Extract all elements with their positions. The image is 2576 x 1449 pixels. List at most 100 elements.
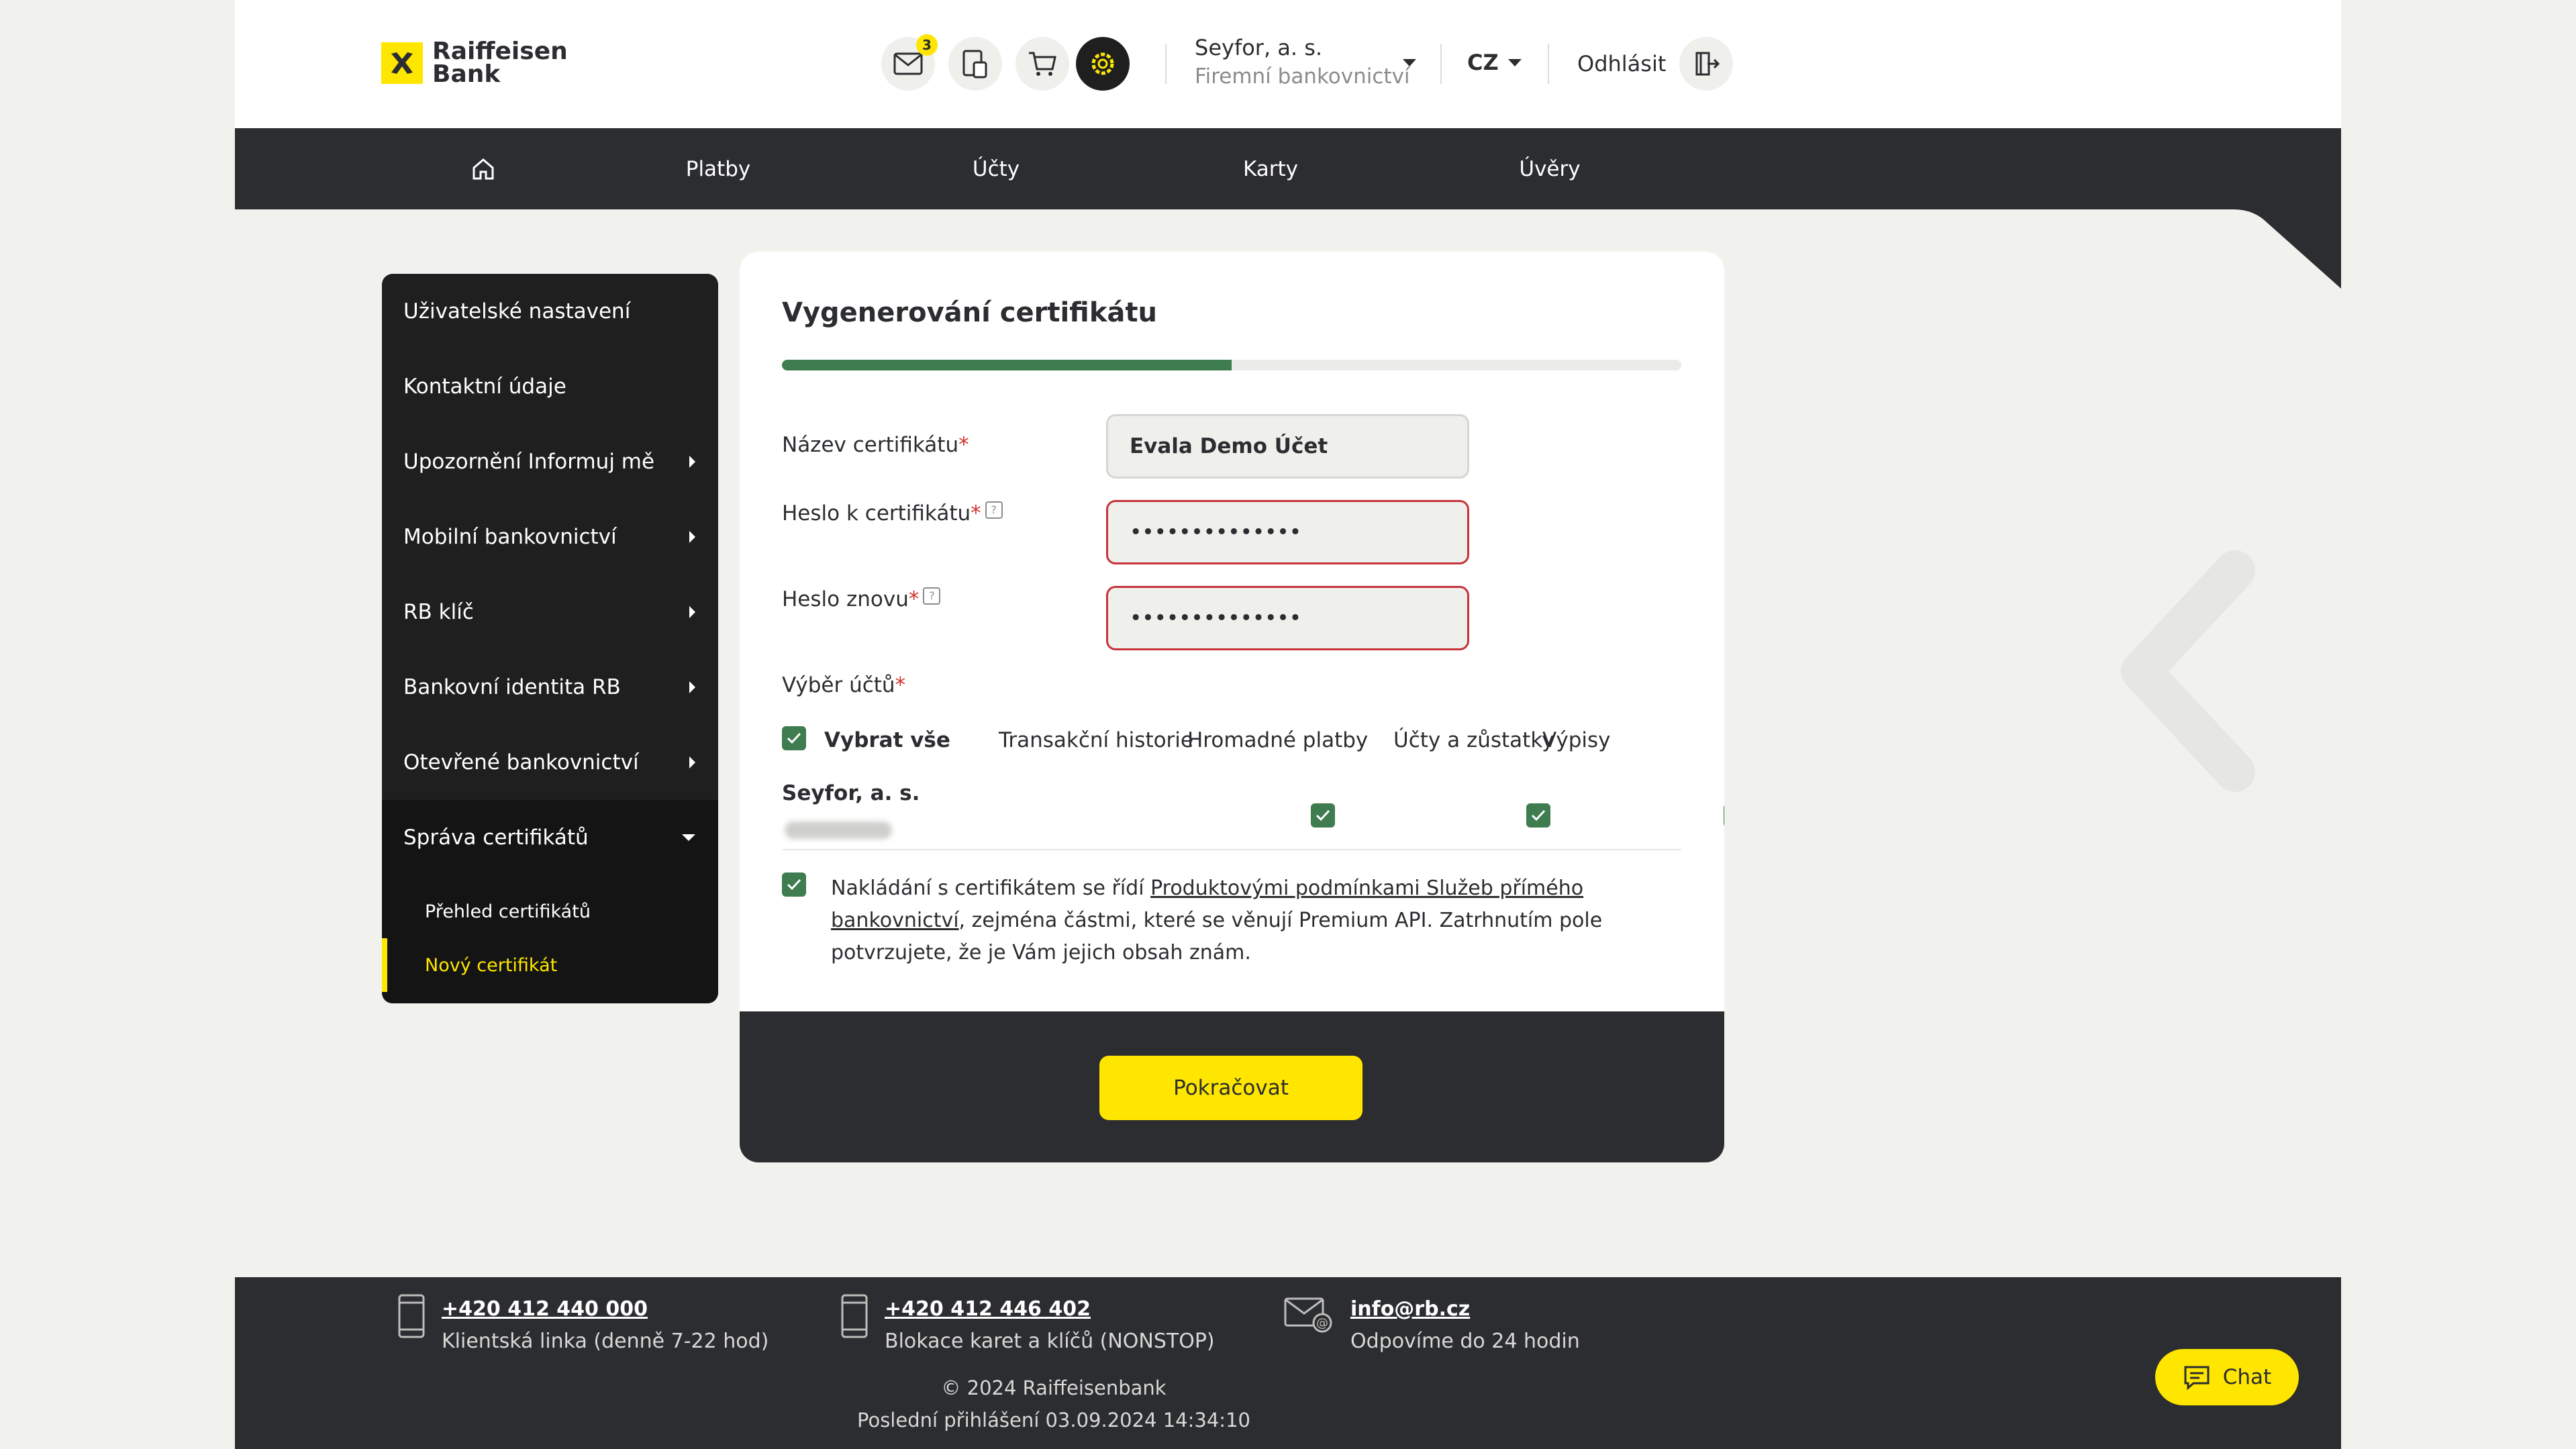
logo-line1: Raiffeisen (432, 38, 568, 65)
required-mark: * (908, 587, 920, 611)
column-header-transaction-history: Transakční historie (999, 728, 1193, 752)
header-divider (1165, 44, 1167, 84)
email-icon: @ (1284, 1297, 1332, 1333)
column-header-accounts-balances: Účty a zůstatky (1393, 728, 1554, 752)
sidebar-item-label: Bankovní identita RB (403, 675, 621, 699)
sidebar-item-notifications[interactable]: Upozornění Informuj mě (382, 424, 718, 499)
home-icon (473, 158, 494, 179)
select-all-checkbox[interactable] (782, 726, 806, 750)
settings-icon (1091, 52, 1114, 75)
email-link[interactable]: info@rb.cz (1350, 1293, 1580, 1326)
header-divider (1440, 44, 1442, 84)
sidebar-item-mobile-banking[interactable]: Mobilní bankovnictví (382, 499, 718, 574)
form-footer: Pokračovat (740, 1011, 1724, 1162)
header-divider (1548, 44, 1549, 84)
nav-item-ucty[interactable]: Účty (936, 128, 1056, 209)
certificate-password-input[interactable]: •••••••••••••• (1106, 500, 1469, 564)
terms-checkbox[interactable] (782, 872, 806, 897)
sidebar-item-label: RB klíč (403, 600, 474, 624)
field-label: Heslo znovu (782, 587, 909, 611)
language-label: CZ (1467, 50, 1499, 75)
help-icon[interactable]: ? (985, 501, 1003, 519)
field-label: Název certifikátu (782, 433, 959, 457)
decorative-wedge (2140, 209, 2341, 289)
certificate-name-input[interactable]: Evala Demo Účet (1106, 414, 1469, 479)
sidebar-item-label: Mobilní bankovnictví (403, 525, 617, 549)
nav-home[interactable] (456, 128, 510, 209)
nav-item-uvery[interactable]: Úvěry (1489, 128, 1610, 209)
continue-button[interactable]: Pokračovat (1099, 1056, 1363, 1120)
sidebar-item-contact-details[interactable]: Kontaktní údaje (382, 349, 718, 424)
sidebar-subitem-new-certificate[interactable]: Nový certifikát (382, 938, 718, 992)
column-header-statements: Výpisy (1542, 728, 1611, 752)
cart-button[interactable] (1015, 37, 1069, 91)
checkbox-transaction-history[interactable] (1311, 803, 1335, 828)
mail-icon (893, 52, 923, 75)
certificate-password-label: Heslo k certifikátu *? (782, 501, 1003, 526)
logout-button[interactable]: Odhlásit (1577, 37, 1734, 91)
nav-item-platby[interactable]: Platby (658, 128, 779, 209)
company-selector[interactable]: Seyfor, a. s. Firemní bankovnictví (1195, 35, 1410, 89)
last-login: Poslední přihlášení 03.09.2024 14:34:10 (857, 1409, 1250, 1432)
sidebar-item-user-settings[interactable]: Uživatelské nastavení (382, 274, 718, 349)
sidebar-subitem-certificate-overview[interactable]: Přehled certifikátů (382, 885, 718, 938)
select-all-label[interactable]: Vybrat vše (824, 728, 950, 752)
header: Raiffeisen Bank 3 Seyfor, a. s. Firemní … (235, 0, 2341, 128)
password-repeat-input[interactable]: •••••••••••••• (1106, 586, 1469, 650)
svg-text:@: @ (1316, 1316, 1328, 1330)
main-nav: Platby Účty Karty Úvěry (235, 128, 2341, 209)
documents-icon (962, 50, 987, 79)
required-mark: * (895, 673, 906, 697)
chevron-right-icon (689, 456, 695, 468)
documents-button[interactable] (948, 37, 1002, 91)
contact-email: @ info@rb.cz Odpovíme do 24 hodin (1283, 1293, 1580, 1358)
certificate-form-card: Vygenerování certifikátu Název certifiká… (740, 252, 1724, 1162)
step-progress-fill (782, 360, 1232, 370)
raiffeisen-logo[interactable]: Raiffeisen Bank (381, 38, 568, 87)
sidebar-item-certificates[interactable]: Správa certifikátů (382, 800, 718, 875)
chevron-down-icon (682, 834, 695, 841)
chevron-right-icon (689, 531, 695, 543)
sidebar-item-label: Kontaktní údaje (403, 374, 566, 399)
contact-client-line: +420 412 440 000 Klientská linka (denně … (397, 1293, 769, 1358)
language-selector[interactable]: CZ (1467, 50, 1522, 75)
certificate-name-label: Název certifikátu * (782, 433, 969, 457)
step-progress-bar (782, 360, 1681, 370)
logo-mark-icon (381, 42, 423, 84)
phone-icon (398, 1294, 425, 1338)
page-footer: +420 412 440 000 Klientská linka (denně … (235, 1277, 2341, 1449)
chat-button[interactable]: Chat (2155, 1349, 2299, 1405)
messages-button[interactable]: 3 (881, 34, 938, 91)
client-line-description: Klientská linka (denně 7-22 hod) (442, 1330, 769, 1353)
card-blocking-description: Blokace karet a klíčů (NONSTOP) (885, 1330, 1215, 1353)
accounts-selection-label: Výběr účtů * (782, 673, 905, 697)
background-chevron-icon (2121, 550, 2255, 792)
sidebar-submenu: Přehled certifikátů Nový certifikát (382, 875, 718, 1003)
required-mark: * (971, 501, 981, 526)
chevron-right-icon (689, 681, 695, 693)
sidebar-item-label: Upozornění Informuj mě (403, 450, 655, 474)
card-blocking-phone-link[interactable]: +420 412 446 402 (885, 1293, 1215, 1326)
sidebar-item-bank-identity[interactable]: Bankovní identita RB (382, 650, 718, 725)
page-title: Vygenerování certifikátu (782, 297, 1158, 328)
terms-pre: Nakládání s certifikátem se řídí (831, 877, 1151, 900)
company-chevron-down-icon[interactable] (1403, 59, 1416, 66)
field-label: Heslo k certifikátu (782, 501, 971, 526)
copyright: © 2024 Raiffeisenbank (941, 1377, 1167, 1399)
contact-card-blocking: +420 412 446 402 Blokace karet a klíčů (… (840, 1293, 1215, 1358)
settings-button[interactable] (1076, 37, 1130, 91)
company-name: Seyfor, a. s. (1195, 35, 1323, 60)
logout-icon (1679, 37, 1734, 91)
sidebar-item-rb-key[interactable]: RB klíč (382, 574, 718, 650)
help-icon[interactable]: ? (923, 587, 941, 605)
chat-label: Chat (2222, 1365, 2272, 1389)
sidebar-item-label: Otevřené bankovnictví (403, 750, 639, 775)
account-number-redacted (785, 821, 892, 839)
checkbox-bulk-payments[interactable] (1526, 803, 1550, 828)
client-line-phone-link[interactable]: +420 412 440 000 (442, 1293, 769, 1326)
nav-item-karty[interactable]: Karty (1210, 128, 1331, 209)
sidebar-item-open-banking[interactable]: Otevřené bankovnictví (382, 725, 718, 800)
sidebar-item-label: Správa certifikátů (403, 826, 589, 850)
column-header-bulk-payments: Hromadné platby (1187, 728, 1369, 752)
terms-text: Nakládání s certifikátem se řídí Produkt… (831, 872, 1697, 969)
